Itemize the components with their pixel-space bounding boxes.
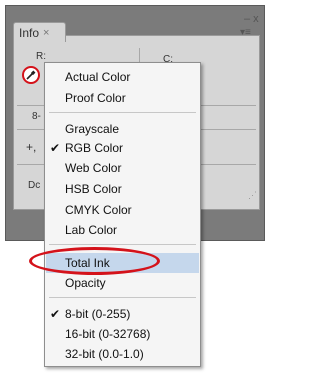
menu-item-actual-color[interactable]: Actual Color xyxy=(46,67,199,87)
menu-item-label: RGB Color xyxy=(65,141,124,155)
menu-item-proof-color[interactable]: Proof Color xyxy=(46,88,199,108)
bit-label: 8- xyxy=(32,111,41,122)
window-close-button[interactable]: – x xyxy=(244,13,259,25)
tab-info-label: Info xyxy=(19,25,40,40)
menu-item-label: 8-bit (0-255) xyxy=(65,307,131,321)
menu-item-grayscale[interactable]: Grayscale xyxy=(46,119,199,139)
menu-separator xyxy=(49,244,196,245)
menu-item-8-bit[interactable]: ✔ 8-bit (0-255) xyxy=(46,304,199,324)
doc-label: Dc xyxy=(28,180,41,191)
menu-separator xyxy=(49,112,196,113)
menu-item-opacity[interactable]: Opacity xyxy=(46,273,199,293)
menu-item-web-color[interactable]: Web Color xyxy=(46,158,199,178)
tab-close-icon[interactable]: × xyxy=(43,27,49,39)
menu-item-rgb-color[interactable]: ✔ RGB Color xyxy=(46,138,199,158)
menu-item-16-bit[interactable]: 16-bit (0-32768) xyxy=(46,324,199,344)
menu-item-cmyk-color[interactable]: CMYK Color xyxy=(46,200,199,220)
r-label: R: xyxy=(36,51,46,62)
checkmark-icon: ✔ xyxy=(50,307,61,321)
checkmark-icon: ✔ xyxy=(50,141,61,155)
crosshair-label: +, xyxy=(26,140,37,154)
highlight-annotation xyxy=(29,247,160,275)
resize-grip-icon[interactable]: ⋰ xyxy=(248,190,257,201)
menu-item-32-bit[interactable]: 32-bit (0.0-1.0) xyxy=(46,344,199,364)
menu-separator xyxy=(49,297,196,298)
menu-item-lab-color[interactable]: Lab Color xyxy=(46,220,199,240)
tab-info[interactable]: Info × xyxy=(13,22,66,42)
eyedropper-icon[interactable] xyxy=(22,66,40,84)
color-mode-menu: Actual Color Proof Color Grayscale ✔ RGB… xyxy=(44,62,201,367)
menu-item-hsb-color[interactable]: HSB Color xyxy=(46,179,199,199)
